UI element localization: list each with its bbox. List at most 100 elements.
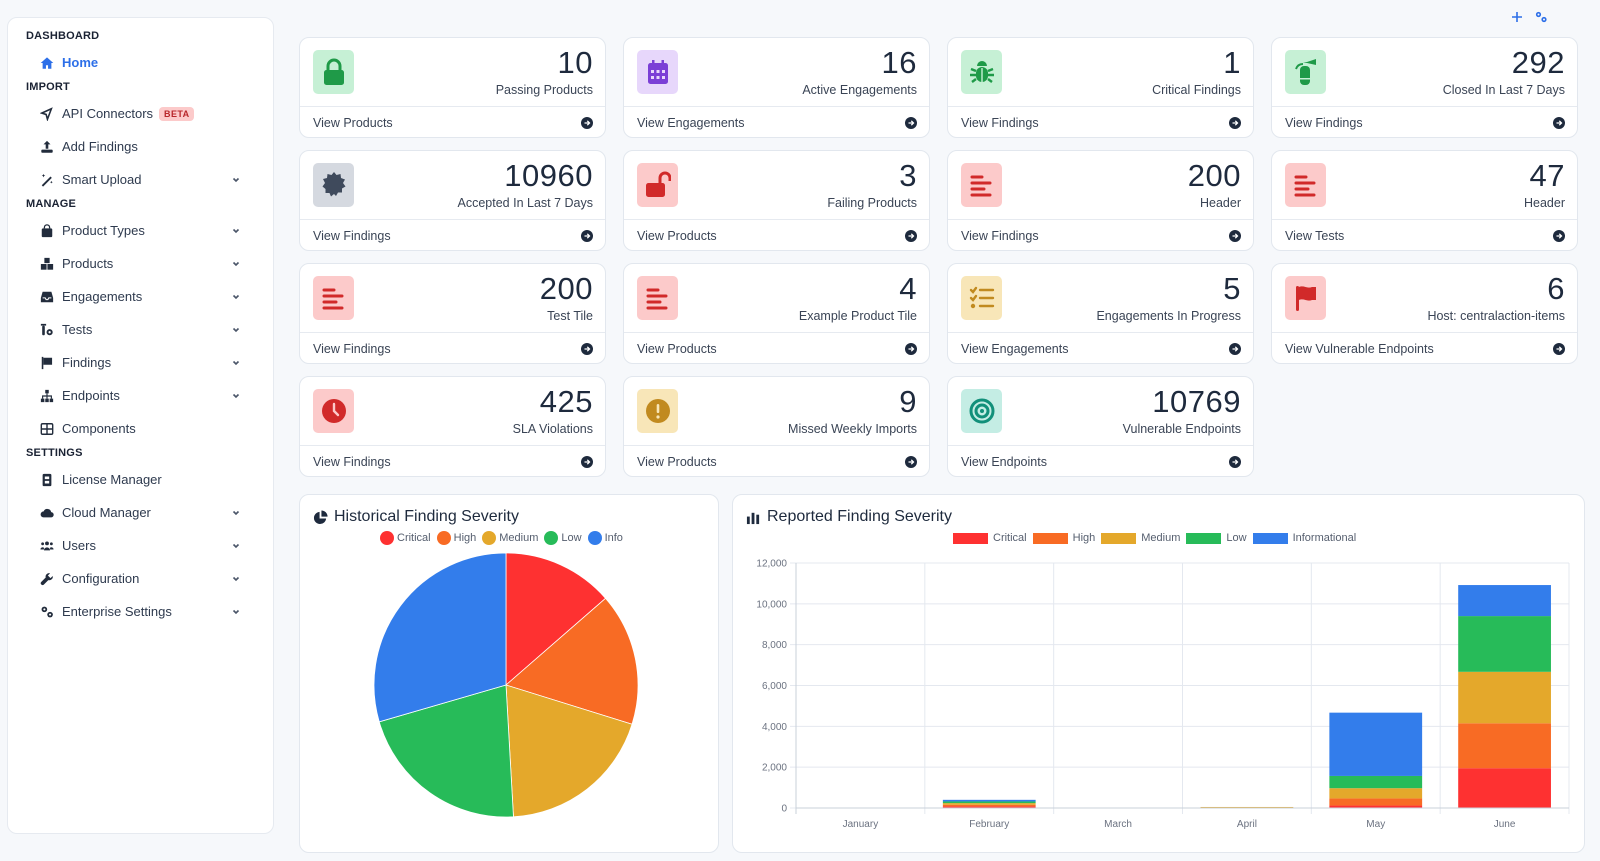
chevron-down-icon[interactable] <box>231 257 241 267</box>
chevron-down-icon[interactable] <box>231 572 241 582</box>
bar-segment-june-informational[interactable] <box>1458 585 1551 617</box>
chevron-down-icon[interactable] <box>231 605 241 615</box>
sidebar-item-endpoints[interactable]: Endpoints <box>26 379 273 412</box>
bar-segment-june-critical[interactable] <box>1458 768 1551 808</box>
arrow-right-circle-icon[interactable] <box>905 342 917 355</box>
legend-item-critical[interactable]: Critical <box>953 532 1027 544</box>
tile-link[interactable]: View Findings <box>300 333 605 363</box>
sidebar-item-components[interactable]: Components <box>26 412 273 445</box>
bar-segment-may-high[interactable] <box>1329 798 1423 806</box>
tile-link[interactable]: View Findings <box>948 107 1253 137</box>
tile-link[interactable]: View Findings <box>300 446 605 476</box>
arrow-right-circle-icon[interactable] <box>905 229 917 242</box>
arrow-right-circle-icon[interactable] <box>581 229 593 242</box>
y-tick-label: 6,000 <box>762 681 787 692</box>
add-tile-button[interactable] <box>1510 10 1524 24</box>
legend-item-medium[interactable]: Medium <box>482 531 538 545</box>
chevron-down-icon[interactable] <box>231 224 241 234</box>
sidebar-item-enterprise-settings[interactable]: Enterprise Settings <box>26 595 273 628</box>
bar-segment-june-high[interactable] <box>1458 723 1551 769</box>
arrow-right-circle-icon[interactable] <box>1553 229 1565 242</box>
arrow-right-circle-icon[interactable] <box>1229 455 1241 468</box>
legend-item-low[interactable]: Low <box>544 531 582 545</box>
sidebar-item-label: Tests <box>62 322 93 337</box>
tile-link[interactable]: View Findings <box>300 220 605 250</box>
arrow-right-circle-icon[interactable] <box>1229 342 1241 355</box>
chevron-down-icon[interactable] <box>231 173 241 183</box>
x-tick-label: January <box>843 819 879 830</box>
sidebar-item-home[interactable]: Home <box>26 46 273 79</box>
sidebar-item-license-manager[interactable]: License Manager <box>26 463 273 496</box>
sidebar-item-api-connectors[interactable]: API Connectors BETA <box>26 97 273 130</box>
tile-link[interactable]: View Products <box>300 107 605 137</box>
sidebar-item-add-findings[interactable]: Add Findings <box>26 130 273 163</box>
tile-link[interactable]: View Tests <box>1272 220 1577 250</box>
arrow-right-circle-icon[interactable] <box>905 116 917 129</box>
tile-link-label: View Findings <box>313 228 391 243</box>
legend-item-info[interactable]: Info <box>587 531 623 545</box>
tile-link[interactable]: View Products <box>624 446 929 476</box>
sidebar-item-tests[interactable]: Tests <box>26 313 273 346</box>
users-icon <box>39 538 55 554</box>
arrow-right-circle-icon[interactable] <box>581 342 593 355</box>
legend-item-medium[interactable]: Medium <box>1101 532 1180 544</box>
arrow-right-circle-icon[interactable] <box>1553 116 1565 129</box>
bar-segment-february-low[interactable] <box>942 801 1036 804</box>
tile-link[interactable]: View Findings <box>1272 107 1577 137</box>
tile-link[interactable]: View Products <box>624 220 929 250</box>
tile-link[interactable]: View Endpoints <box>948 446 1253 476</box>
tile-link[interactable]: View Vulnerable Endpoints <box>1272 333 1577 363</box>
chevron-down-icon[interactable] <box>231 323 241 333</box>
arrow-right-circle-icon[interactable] <box>1229 229 1241 242</box>
bar-segment-may-low[interactable] <box>1329 775 1423 789</box>
sidebar-item-products[interactable]: Products <box>26 247 273 280</box>
arrow-right-circle-icon[interactable] <box>1553 342 1565 355</box>
tile-link[interactable]: View Engagements <box>948 333 1253 363</box>
bug-icon <box>961 50 1002 94</box>
arrow-right-circle-icon[interactable] <box>905 455 917 468</box>
tile-link[interactable]: View Findings <box>948 220 1253 250</box>
chevron-down-icon[interactable] <box>231 290 241 300</box>
sidebar-item-engagements[interactable]: Engagements <box>26 280 273 313</box>
legend-swatch <box>544 531 559 545</box>
dashboard-settings-button[interactable] <box>1534 10 1548 24</box>
chevron-down-icon[interactable] <box>231 356 241 366</box>
chevron-down-icon[interactable] <box>231 389 241 399</box>
sidebar-item-cloud-manager[interactable]: Cloud Manager <box>26 496 273 529</box>
chevron-down-icon[interactable] <box>231 539 241 549</box>
legend-item-informational[interactable]: Informational <box>1252 532 1356 544</box>
legend-item-critical[interactable]: Critical <box>380 531 431 545</box>
sidebar-item-label: Endpoints <box>62 388 120 403</box>
sidebar-item-findings[interactable]: Findings <box>26 346 273 379</box>
arrow-right-circle-icon[interactable] <box>1229 116 1241 129</box>
bar-segment-june-medium[interactable] <box>1458 671 1551 724</box>
sidebar-item-label: Add Findings <box>62 139 138 154</box>
tile-link[interactable]: View Products <box>624 333 929 363</box>
tile-link[interactable]: View Engagements <box>624 107 929 137</box>
x-tick-label: June <box>1494 819 1516 830</box>
sidebar-item-configuration[interactable]: Configuration <box>26 562 273 595</box>
sidebar-item-smart-upload[interactable]: Smart Upload <box>26 163 273 196</box>
bar-segment-may-informational[interactable] <box>1329 712 1423 776</box>
tile-label: Failing Products <box>827 196 917 210</box>
chevron-down-icon[interactable] <box>231 506 241 516</box>
bar-segment-february-high[interactable] <box>942 804 1036 807</box>
sidebar-item-users[interactable]: Users <box>26 529 273 562</box>
legend-item-high[interactable]: High <box>1032 532 1095 544</box>
arrow-right-circle-icon[interactable] <box>581 116 593 129</box>
bar-segment-february-informational[interactable] <box>942 799 1036 802</box>
bar-segment-april-medium[interactable] <box>1200 806 1294 808</box>
tile-label: Vulnerable Endpoints <box>1122 422 1241 436</box>
legend-item-low[interactable]: Low <box>1186 532 1247 544</box>
sidebar-item-label: Products <box>62 256 114 271</box>
sidebar-item-product-types[interactable]: Product Types <box>26 214 273 247</box>
bar-segment-may-medium[interactable] <box>1329 788 1423 799</box>
metric-tile: 425 SLA Violations View Findings <box>299 376 606 477</box>
legend-item-high[interactable]: High <box>436 531 476 545</box>
arrow-right-circle-icon[interactable] <box>581 455 593 468</box>
tile-body: 16 Active Engagements <box>624 38 929 107</box>
lock-open-icon <box>637 163 678 207</box>
bar-segment-june-low[interactable] <box>1458 616 1551 672</box>
bar-segment-february-medium[interactable] <box>942 803 1036 805</box>
legend-swatch <box>1101 532 1137 544</box>
